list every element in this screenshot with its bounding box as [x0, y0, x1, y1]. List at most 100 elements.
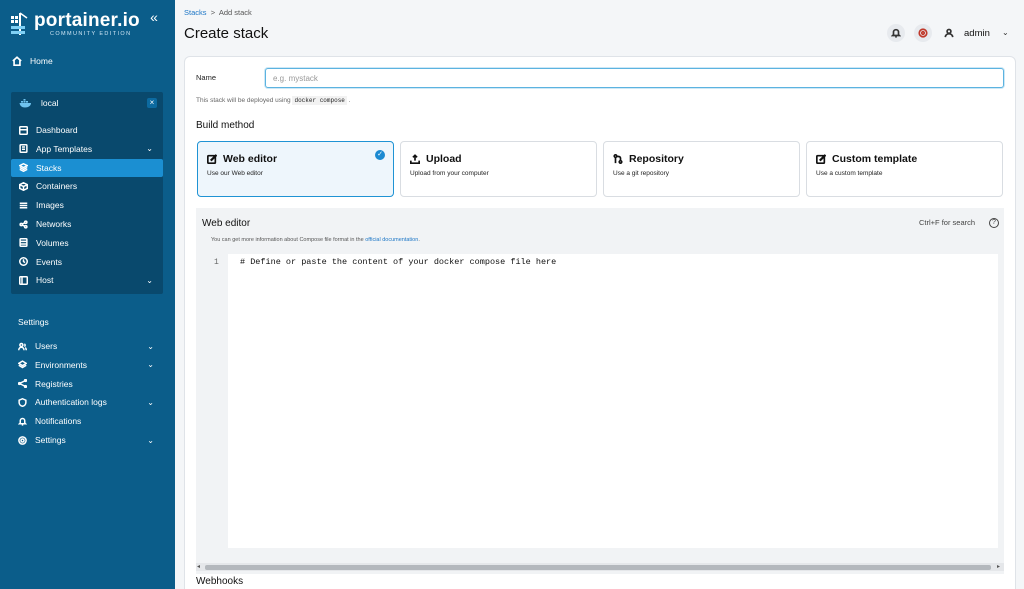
- question-icon[interactable]: ?: [989, 218, 999, 228]
- volumes-icon: [19, 238, 28, 248]
- helper-suffix: .: [348, 97, 351, 104]
- home-icon: [12, 56, 22, 66]
- info-prefix: You can get more information about Compo…: [211, 237, 364, 243]
- scrollbar-thumb[interactable]: [205, 565, 991, 570]
- chevron-down-icon[interactable]: ⌄: [146, 276, 153, 285]
- environment-box: local × Dashboard App Templates ⌄ Stacks Con…: [11, 92, 163, 294]
- method-description: Use a git repository: [613, 170, 669, 177]
- environment-header[interactable]: local ×: [11, 92, 163, 114]
- sidebar-item-authentication-logs[interactable]: Authentication logs ⌄: [18, 393, 158, 411]
- method-description: Use our Web editor: [207, 170, 263, 177]
- build-method-upload[interactable]: Upload Upload from your computer: [400, 141, 597, 197]
- helper-code: docker compose: [292, 96, 347, 105]
- webhooks-title: Webhooks: [196, 576, 244, 587]
- edit-icon: [816, 154, 826, 164]
- sidebar-item-registries[interactable]: Registries: [18, 375, 158, 393]
- git-icon: [613, 154, 623, 164]
- sidebar-item-users[interactable]: Users ⌄: [18, 337, 158, 355]
- images-icon: [19, 202, 28, 209]
- sidebar-item-label: Networks: [36, 219, 72, 229]
- sidebar-item-settings[interactable]: Settings ⌄: [18, 431, 158, 449]
- bell-icon: [891, 28, 901, 38]
- brand-name: portainer.io: [34, 10, 140, 31]
- close-environment-icon[interactable]: ×: [147, 98, 157, 108]
- build-method-repository[interactable]: Repository Use a git repository: [603, 141, 800, 197]
- method-title-text: Upload: [426, 153, 462, 165]
- user-icon[interactable]: [940, 24, 958, 42]
- stack-name-input[interactable]: [265, 68, 1004, 88]
- chevron-down-icon[interactable]: ⌄: [147, 360, 154, 369]
- user-menu-chevron-icon[interactable]: ⌄: [1002, 28, 1009, 37]
- sidebar-item-label: Dashboard: [36, 125, 78, 135]
- portainer-logo-icon: [11, 12, 28, 35]
- info-suffix: .: [418, 237, 420, 243]
- method-description: Upload from your computer: [410, 170, 489, 177]
- help-button[interactable]: [914, 24, 932, 42]
- sidebar-item-label: Settings: [35, 435, 66, 445]
- scroll-right-icon[interactable]: ▸: [997, 563, 1000, 570]
- sidebar-item-containers[interactable]: Containers: [11, 177, 163, 195]
- method-title: Web editor: [207, 153, 277, 165]
- sidebar-item-home[interactable]: Home: [12, 52, 53, 70]
- sidebar-item-notifications[interactable]: Notifications: [18, 412, 158, 430]
- networks-icon: [19, 219, 28, 229]
- sidebar-item-label: Users: [35, 341, 58, 351]
- sidebar-item-label: Authentication logs: [35, 397, 107, 408]
- method-description: Use a custom template: [816, 170, 883, 177]
- auth-logs-icon: [18, 397, 27, 407]
- brand-logo[interactable]: portainer.io COMMUNITY EDITION: [10, 10, 160, 38]
- sidebar-item-dashboard[interactable]: Dashboard: [11, 121, 163, 139]
- sidebar-item-events[interactable]: Events: [11, 253, 163, 271]
- build-method-title: Build method: [196, 120, 255, 131]
- containers-icon: [19, 181, 28, 191]
- dashboard-icon: [19, 125, 28, 135]
- registries-icon: [18, 379, 27, 389]
- sidebar-item-label: Registries: [35, 378, 73, 389]
- method-title-text: Web editor: [223, 153, 278, 165]
- official-documentation-link[interactable]: official documentation: [365, 237, 418, 243]
- sidebar-item-label: App Templates: [36, 143, 93, 154]
- editor-info-text: You can get more information about Compo…: [211, 237, 420, 243]
- selected-check-icon: ✓: [375, 150, 385, 160]
- sidebar-item-app-templates[interactable]: App Templates ⌄: [11, 140, 163, 158]
- sidebar-item-images[interactable]: Images: [11, 196, 163, 214]
- settings-icon: [18, 435, 27, 445]
- sidebar-item-volumes[interactable]: Volumes: [11, 234, 163, 252]
- environments-icon: [18, 360, 27, 369]
- deploy-helper-text: This stack will be deployed using docker…: [196, 96, 351, 105]
- chevron-down-icon[interactable]: ⌄: [147, 436, 154, 445]
- editor-gutter: [196, 254, 228, 548]
- scroll-left-icon[interactable]: ◂: [197, 563, 200, 570]
- search-hint: Ctrl+F for search: [919, 218, 976, 227]
- sidebar-item-label: Events: [36, 256, 62, 267]
- page-title: Create stack: [184, 25, 269, 42]
- editor-title: Web editor: [202, 218, 251, 229]
- templates-icon: [19, 144, 28, 154]
- build-method-web-editor[interactable]: Web editor Use our Web editor ✓: [197, 141, 394, 197]
- code-editor[interactable]: [228, 254, 998, 548]
- sidebar-item-label: Notifications: [35, 416, 82, 427]
- upload-icon: [410, 154, 420, 164]
- chevron-down-icon[interactable]: ⌄: [146, 144, 153, 153]
- name-label: Name: [196, 73, 217, 82]
- sidebar-item-stacks[interactable]: Stacks: [11, 158, 163, 177]
- user-name[interactable]: admin: [964, 28, 990, 39]
- sidebar-item-label: Containers: [36, 181, 78, 192]
- chevron-down-icon[interactable]: ⌄: [147, 342, 154, 351]
- sidebar-item-networks[interactable]: Networks: [11, 215, 163, 233]
- sidebar-item-label: Images: [36, 200, 64, 211]
- breadcrumb: Stacks > Add stack: [184, 8, 252, 17]
- method-title-text: Repository: [629, 153, 684, 165]
- helper-prefix: This stack will be deployed using: [196, 97, 291, 104]
- sidebar-item-label: Volumes: [36, 237, 69, 248]
- chevron-down-icon[interactable]: ⌄: [147, 398, 154, 407]
- settings-section-label: Settings: [18, 317, 49, 327]
- breadcrumb-stacks-link[interactable]: Stacks: [184, 8, 207, 17]
- sidebar-item-label: Home: [30, 56, 53, 66]
- notifications-bell-button[interactable]: [887, 24, 905, 42]
- sidebar-item-host[interactable]: Host ⌄: [11, 271, 163, 289]
- sidebar: portainer.io COMMUNITY EDITION « Home lo…: [0, 0, 175, 589]
- sidebar-item-environments[interactable]: Environments ⌄: [18, 356, 158, 374]
- build-method-custom-template[interactable]: Custom template Use a custom template: [806, 141, 1003, 197]
- collapse-sidebar-icon[interactable]: «: [146, 10, 162, 26]
